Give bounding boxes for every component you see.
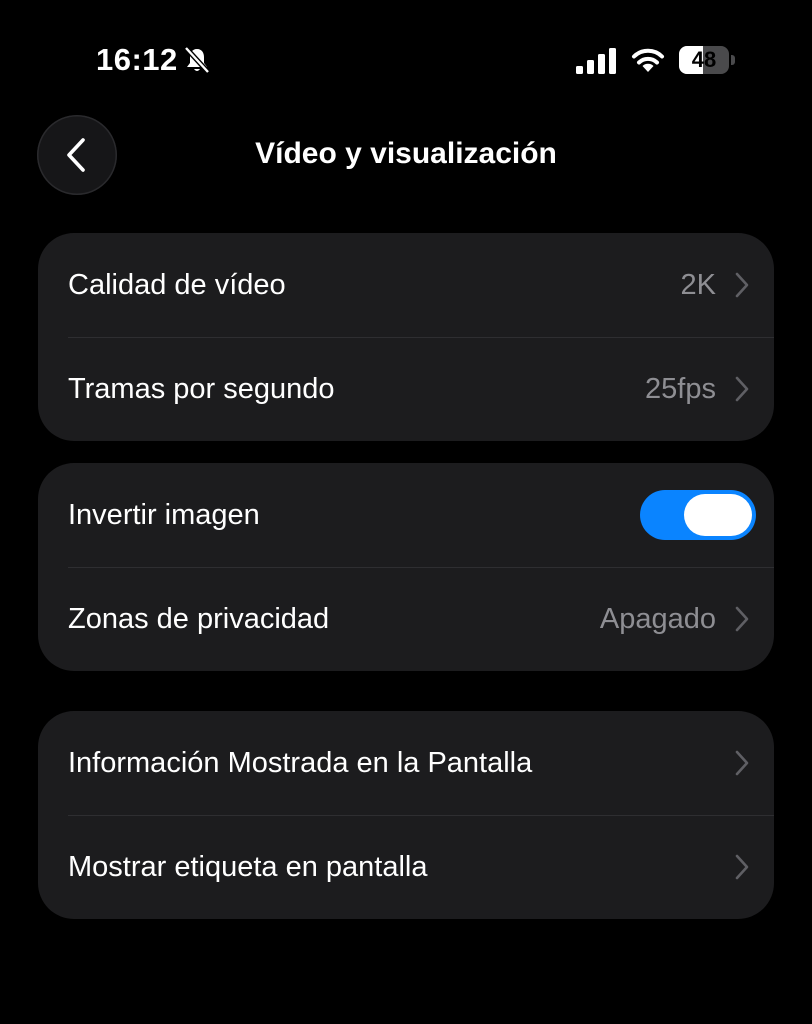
row-video-quality[interactable]: Calidad de vídeo 2K — [38, 233, 774, 337]
settings-group-video: Calidad de vídeo 2K Tramas por segundo 2… — [38, 233, 774, 441]
battery-cap — [731, 55, 735, 65]
battery-icon: 48 — [679, 46, 735, 74]
page-title: Vídeo y visualización — [255, 137, 557, 170]
row-label: Mostrar etiqueta en pantalla — [68, 851, 428, 883]
row-label: Tramas por segundo — [68, 373, 335, 405]
battery-body: 48 — [679, 46, 729, 74]
status-bar: 16:12 48 — [0, 0, 812, 110]
row-label: Información Mostrada en la Pantalla — [68, 747, 533, 779]
row-value: 2K — [680, 269, 716, 301]
row-label: Zonas de privacidad — [68, 603, 330, 635]
row-show-label[interactable]: Mostrar etiqueta en pantalla — [38, 815, 774, 919]
row-value: Apagado — [599, 603, 716, 635]
row-on-screen-info[interactable]: Información Mostrada en la Pantalla — [38, 711, 774, 815]
row-label: Calidad de vídeo — [68, 269, 286, 301]
chevron-right-icon — [735, 606, 749, 632]
row-invert-image: Invertir imagen — [38, 463, 774, 567]
settings-group-image: Invertir imagen Zonas de privacidad Apag… — [38, 463, 774, 671]
battery-level: 48 — [691, 47, 717, 72]
settings-group-display: Información Mostrada en la Pantalla Most… — [38, 711, 774, 919]
status-time: 16:12 — [96, 42, 178, 77]
row-privacy-zones[interactable]: Zonas de privacidad Apagado — [38, 567, 774, 671]
row-value: 25fps — [645, 373, 716, 405]
chevron-right-icon — [735, 750, 749, 776]
chevron-right-icon — [735, 376, 749, 402]
chevron-right-icon — [735, 272, 749, 298]
toggle-knob — [684, 494, 752, 536]
chevron-right-icon — [735, 854, 749, 880]
bell-slash-icon — [184, 46, 210, 74]
wifi-icon — [632, 48, 664, 72]
cellular-signal-icon — [576, 48, 616, 74]
row-frames-per-second[interactable]: Tramas por segundo 25fps — [38, 337, 774, 441]
row-label: Invertir imagen — [68, 499, 260, 531]
invert-image-toggle[interactable] — [640, 490, 756, 540]
